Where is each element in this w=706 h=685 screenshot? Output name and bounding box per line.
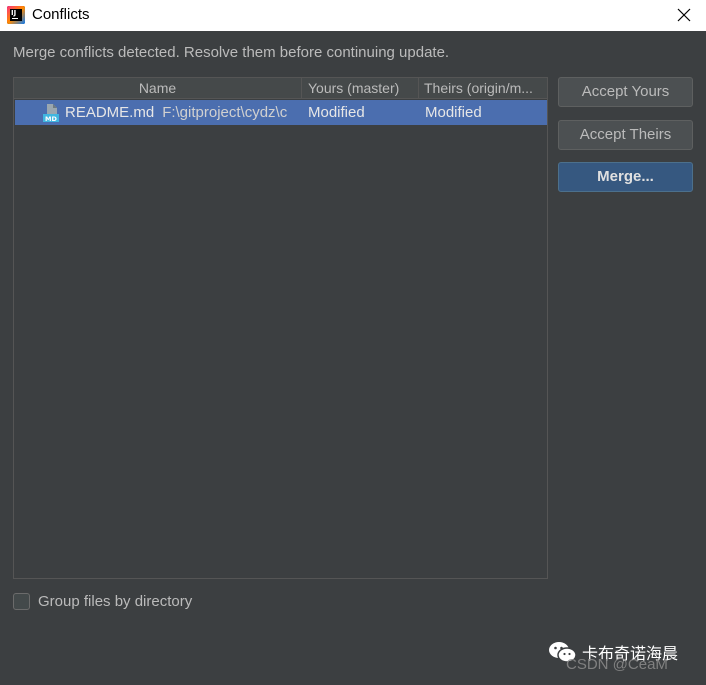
file-name: README.md (65, 104, 155, 121)
group-files-checkbox[interactable] (13, 593, 30, 610)
conflict-message: Merge conflicts detected. Resolve them b… (13, 44, 450, 61)
theirs-status: Modified (425, 104, 482, 121)
merge-button[interactable]: Merge... (558, 162, 693, 192)
file-path: F:\gitproject\cydz\c (162, 104, 288, 121)
close-icon[interactable] (674, 5, 694, 25)
table-header: Name Yours (master) Theirs (origin/m... (14, 78, 547, 99)
group-files-option[interactable]: Group files by directory (13, 593, 192, 610)
column-header-name[interactable]: Name (14, 78, 302, 99)
group-files-label[interactable]: Group files by directory (38, 593, 192, 610)
column-header-theirs[interactable]: Theirs (origin/m... (419, 78, 547, 99)
csdn-watermark: CSDN @CeaM (566, 656, 668, 673)
markdown-file-icon: MD (43, 104, 59, 123)
intellij-idea-icon: IJ (7, 6, 25, 24)
yours-status: Modified (308, 104, 365, 121)
title-bar: IJ Conflicts (0, 0, 706, 31)
accept-theirs-button[interactable]: Accept Theirs (558, 120, 693, 150)
accept-yours-button[interactable]: Accept Yours (558, 77, 693, 107)
file-name-cell: README.md F:\gitproject\cydz\c (65, 104, 301, 121)
table-row[interactable]: MD README.md F:\gitproject\cydz\c Modifie… (15, 100, 547, 125)
svg-text:MD: MD (45, 115, 57, 123)
column-header-yours[interactable]: Yours (master) (302, 78, 419, 99)
window-title: Conflicts (32, 6, 90, 23)
conflicts-table[interactable]: Name Yours (master) Theirs (origin/m... … (13, 77, 548, 579)
